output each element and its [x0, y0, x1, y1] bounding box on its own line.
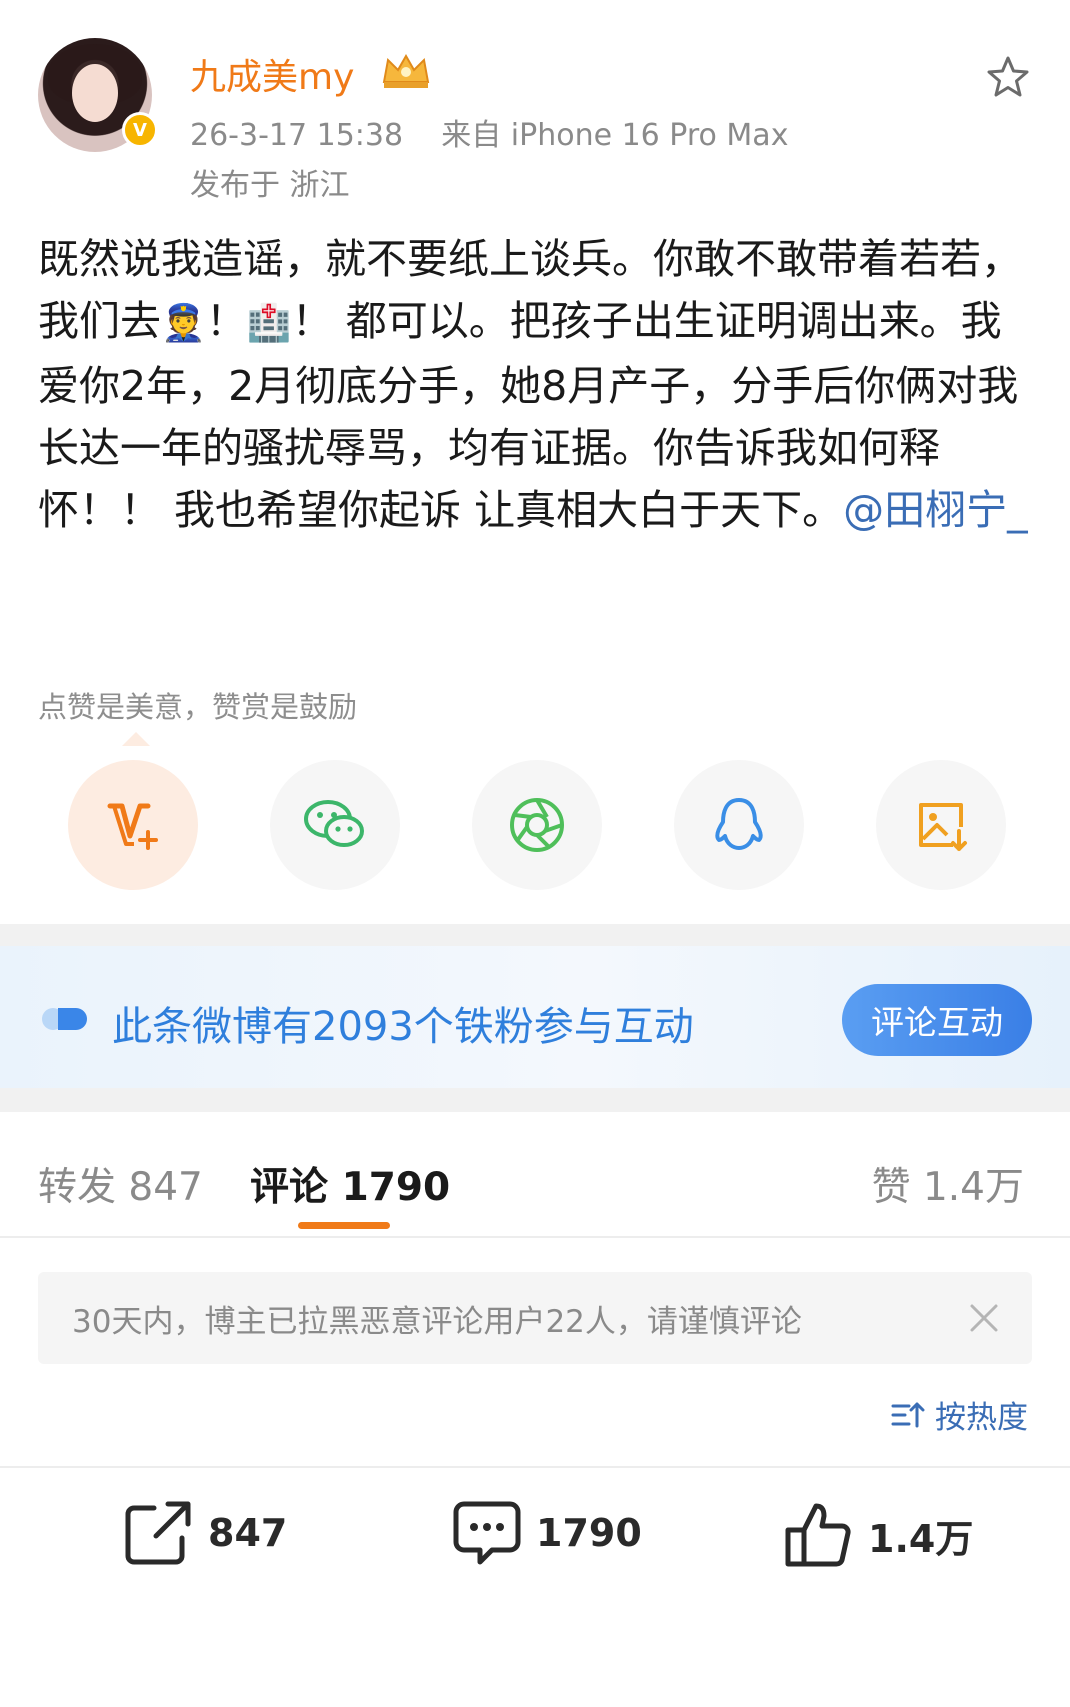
post-timestamp: 26-3-17 15:38: [190, 118, 404, 153]
avatar-face: [72, 64, 118, 122]
mention-link[interactable]: @田栩宁_: [843, 486, 1028, 534]
post-text-2: ！: [205, 297, 247, 345]
wechat-icon: [304, 800, 364, 847]
repost-action[interactable]: 847: [124, 1500, 287, 1566]
like-action[interactable]: 1.4万: [784, 1500, 973, 1570]
tab-repost[interactable]: 转发 847: [38, 1156, 203, 1212]
sort-button[interactable]: 按热度: [891, 1392, 1028, 1437]
active-tab-indicator: [298, 1222, 390, 1229]
crown-icon: [382, 53, 430, 88]
section-gap: [0, 924, 1070, 946]
sort-label: 按热度: [935, 1400, 1028, 1436]
qq-icon: [715, 798, 763, 850]
reward-button[interactable]: [68, 760, 198, 890]
reward-pointer: [122, 732, 150, 746]
favorite-star-icon[interactable]: [984, 54, 1032, 102]
notice-text: 30天内，博主已拉黑恶意评论用户22人，请谨慎评论: [72, 1304, 802, 1340]
comment-count: 1790: [536, 1511, 642, 1555]
police-emoji: 👮: [161, 303, 206, 344]
post-source: 来自 iPhone 16 Pro Max: [441, 118, 789, 153]
close-icon[interactable]: [966, 1300, 1002, 1336]
repost-count: 847: [208, 1511, 288, 1555]
sort-icon: [891, 1402, 925, 1427]
moments-icon: [510, 798, 564, 852]
vplus-icon: [107, 803, 158, 850]
comment-notice: 30天内，博主已拉黑恶意评论用户22人，请谨慎评论: [38, 1272, 1032, 1364]
share-wechat-button[interactable]: [270, 760, 400, 890]
avatar[interactable]: V: [38, 38, 158, 152]
fans-play-icon: [42, 1008, 87, 1030]
tab-like[interactable]: 赞 1.4万: [872, 1156, 1024, 1212]
save-image-button[interactable]: [876, 760, 1006, 890]
save-image-icon: [919, 803, 967, 851]
fans-interaction-text: 此条微博有2093个铁粉参与互动: [112, 1004, 694, 1050]
author-name[interactable]: 九成美my: [190, 48, 354, 100]
post-location: 发布于 浙江: [190, 168, 350, 203]
post-meta: 26-3-17 15:38 来自 iPhone 16 Pro Max: [190, 110, 788, 154]
share-qq-button[interactable]: [674, 760, 804, 890]
share-icon: [125, 1501, 191, 1565]
share-row: [68, 760, 1008, 890]
verified-badge-icon: V: [122, 112, 158, 148]
share-moments-button[interactable]: [472, 760, 602, 890]
post-body: 既然说我造谣，就不要纸上谈兵。你敢不敢带着若若，我们去👮！🏥！ 都可以。把孩子出…: [38, 228, 1038, 541]
tab-comment[interactable]: 评论 1790: [250, 1156, 450, 1212]
section-gap: [0, 1088, 1070, 1112]
comment-action[interactable]: 1790: [452, 1500, 642, 1566]
thumbs-up-icon: [785, 1503, 851, 1567]
like-count: 1.4万: [868, 1516, 974, 1561]
comment-interaction-button[interactable]: 评论互动: [842, 984, 1032, 1056]
divider: [0, 1236, 1070, 1238]
hospital-emoji: 🏥: [246, 303, 292, 344]
divider: [0, 1466, 1070, 1468]
reward-hint: 点赞是美意，赞赏是鼓励: [38, 690, 358, 724]
comment-icon: [453, 1501, 521, 1565]
